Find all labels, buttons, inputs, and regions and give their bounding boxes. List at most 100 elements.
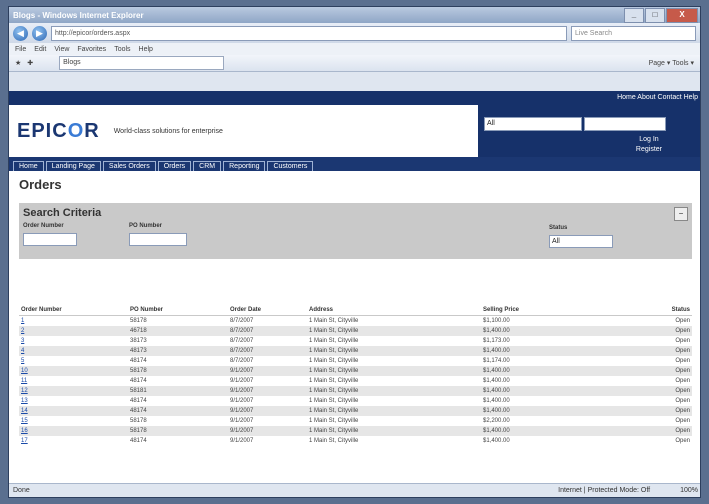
col-po-number[interactable]: PO Number — [128, 304, 228, 316]
top-links[interactable]: Home About Contact Help — [9, 91, 700, 105]
order-number-link[interactable]: 1 — [19, 316, 128, 327]
window-controls: _ □ X — [624, 8, 698, 23]
header-links[interactable]: Log In Register — [636, 135, 662, 155]
po-number-cell: 48174 — [130, 398, 147, 404]
table-row: 5 48174 8/7/2007 1 Main St, Cityville $1,174… — [19, 356, 692, 366]
menu-help[interactable]: Help — [139, 46, 153, 53]
order-date-cell: 9/1/2007 — [230, 398, 254, 404]
nav-sales-orders[interactable]: Sales Orders — [102, 161, 156, 171]
maximize-button[interactable]: □ — [645, 8, 665, 23]
add-favorite-icon[interactable]: ✚ — [27, 59, 33, 67]
login-link[interactable]: Log In — [636, 135, 662, 145]
menu-file[interactable]: File — [15, 46, 26, 53]
nav-home[interactable]: Home — [13, 161, 44, 171]
status-text: Done — [13, 487, 30, 494]
order-number-link[interactable]: 15 — [19, 416, 128, 426]
order-number-link[interactable]: 10 — [19, 366, 128, 376]
order-number-link[interactable]: 12 — [19, 386, 128, 396]
po-number-cell: 58178 — [130, 418, 147, 424]
order-number-link[interactable]: 5 — [19, 356, 128, 366]
table-row: 17 48174 9/1/2007 1 Main St, Cityville $1,40… — [19, 436, 692, 446]
order-number-link[interactable]: 17 — [19, 436, 128, 446]
title-bar: Blogs - Windows Internet Explorer _ □ X — [9, 7, 700, 23]
status-cell: Open — [635, 346, 692, 356]
status-cell: Open — [635, 326, 692, 336]
menu-favorites[interactable]: Favorites — [77, 46, 106, 53]
favorites-star-icon[interactable]: ★ — [15, 59, 21, 67]
table-row: 14 48174 9/1/2007 1 Main St, Cityville $1,40… — [19, 406, 692, 416]
po-number-cell: 58178 — [130, 318, 147, 324]
orders-table: Order Number PO Number Order Date Addres… — [19, 304, 692, 446]
order-date-cell: 9/1/2007 — [228, 366, 307, 376]
menu-edit[interactable]: Edit — [34, 46, 46, 53]
status-cell: Open — [675, 338, 690, 344]
status-cell: Open — [635, 426, 692, 436]
header-search-input[interactable] — [584, 117, 666, 131]
table-row: 1 58178 8/7/2007 1 Main St, Cityville $1,100… — [19, 316, 692, 327]
logo-area: EPICOR World-class solutions for enterpr… — [9, 105, 478, 157]
nav-orders[interactable]: Orders — [157, 161, 192, 171]
col-order-date[interactable]: Order Date — [228, 304, 307, 316]
nav-landing-page[interactable]: Landing Page — [45, 161, 101, 171]
po-number-input[interactable] — [129, 233, 187, 246]
order-date-cell: 8/7/2007 — [230, 358, 254, 364]
col-address[interactable]: Address — [307, 304, 481, 316]
col-selling-price[interactable]: Selling Price — [481, 304, 635, 316]
selling-price-cell: $2,200.00 — [483, 418, 510, 424]
order-number-input[interactable] — [23, 233, 77, 246]
address-cell: 1 Main St, Cityville — [309, 418, 359, 424]
nav-reporting[interactable]: Reporting — [223, 161, 266, 171]
page-tools-menu[interactable]: Page ▾ Tools ▾ — [649, 59, 694, 67]
register-link[interactable]: Register — [636, 145, 662, 155]
epicor-logo[interactable]: EPICOR — [17, 120, 100, 143]
status-cell: Open — [635, 406, 692, 416]
status-cell: Open — [675, 398, 690, 404]
status-cell: Open — [675, 378, 690, 384]
security-zone: Internet | Protected Mode: Off — [558, 487, 651, 494]
nav-crm[interactable]: CRM — [193, 161, 222, 171]
po-number-cell: 48174 — [128, 406, 228, 416]
col-status[interactable]: Status — [635, 304, 692, 316]
selling-price-cell: $1,400.00 — [481, 426, 635, 436]
nav-customers[interactable]: Customers — [267, 161, 314, 171]
order-number-link[interactable]: 11 — [19, 376, 128, 386]
collapse-button[interactable]: − — [674, 207, 688, 221]
search-input[interactable]: Live Search — [571, 25, 696, 41]
main-nav: Home Landing Page Sales Orders Orders CR… — [9, 157, 700, 171]
order-number-link[interactable]: 16 — [19, 426, 128, 436]
close-button[interactable]: X — [666, 8, 698, 23]
order-number-link[interactable]: 4 — [19, 346, 128, 356]
site-header: EPICOR World-class solutions for enterpr… — [9, 105, 700, 157]
col-order-number[interactable]: Order Number — [19, 304, 128, 316]
minimize-button[interactable]: _ — [624, 8, 644, 23]
status-bar: Done Internet | Protected Mode: Off 100% — [9, 483, 700, 497]
forward-arrow-icon[interactable]: ▶ — [32, 25, 47, 41]
browser-tab[interactable]: Blogs — [59, 56, 225, 70]
order-number-link[interactable]: 14 — [19, 406, 128, 416]
address-cell: 1 Main St, Cityville — [309, 378, 359, 384]
menu-tools[interactable]: Tools — [114, 46, 130, 53]
order-number-link[interactable]: 13 — [19, 396, 128, 406]
order-number-link[interactable]: 2 — [19, 326, 128, 336]
order-number-link[interactable]: 3 — [19, 336, 128, 346]
selling-price-cell: $1,100.00 — [483, 318, 510, 324]
back-arrow-icon[interactable]: ◀ — [13, 25, 28, 41]
address-cell: 1 Main St, Cityville — [307, 386, 481, 396]
selling-price-cell: $1,400.00 — [481, 346, 635, 356]
selling-price-cell: $1,400.00 — [481, 366, 635, 376]
zoom-level[interactable]: 100% — [680, 487, 698, 494]
status-cell: Open — [635, 366, 692, 376]
browser-window: Blogs - Windows Internet Explorer _ □ X … — [8, 6, 701, 498]
selling-price-cell: $1,400.00 — [483, 438, 510, 444]
table-row: 4 48173 8/7/2007 1 Main St, Cityville $1,400… — [19, 346, 692, 356]
order-date-cell: 9/1/2007 — [228, 386, 307, 396]
selling-price-cell: $1,400.00 — [481, 406, 635, 416]
po-number-cell: 58181 — [128, 386, 228, 396]
status-select[interactable]: All — [549, 235, 613, 248]
selling-price-cell: $1,174.00 — [483, 358, 510, 364]
address-cell: 1 Main St, Cityville — [307, 426, 481, 436]
header-search-select[interactable]: All — [484, 117, 582, 131]
address-bar[interactable]: http://epicor/orders.aspx — [51, 25, 567, 41]
menu-view[interactable]: View — [54, 46, 69, 53]
selling-price-cell: $1,400.00 — [481, 386, 635, 396]
